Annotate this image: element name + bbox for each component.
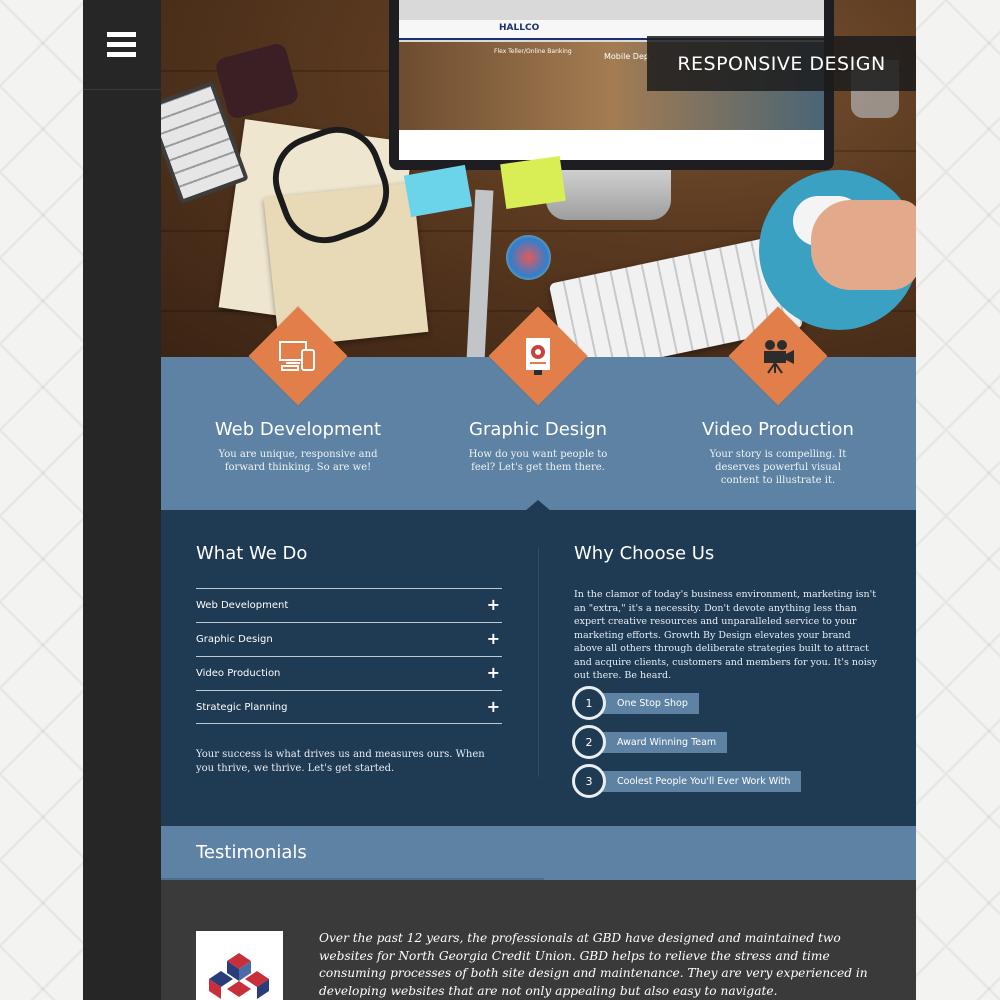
ruler-image (466, 189, 494, 357)
reason-number: 3 (572, 764, 606, 798)
what-we-do-accordion: Web Development + Graphic Design + Video… (196, 588, 502, 724)
main-content: HALLCO Flex Teller/Online Banking Mobile… (161, 0, 916, 1000)
service-title: Graphic Design (469, 419, 607, 440)
service-title: Video Production (702, 419, 854, 440)
accordion-item-graphic-design[interactable]: Graphic Design + (196, 622, 502, 656)
accordion-label: Graphic Design (196, 634, 273, 645)
accordion-item-web-development[interactable]: Web Development + (196, 588, 502, 622)
accordion-label: Strategic Planning (196, 701, 288, 713)
service-desc: How do you want people to feel? Let's ge… (468, 449, 608, 473)
devices-icon (275, 333, 321, 379)
plus-icon[interactable]: + (487, 631, 500, 647)
screen-brand: HALLCO (499, 23, 540, 33)
column-divider (538, 547, 539, 777)
hand-image (811, 200, 916, 290)
accordion-item-strategic-planning[interactable]: Strategic Planning + (196, 690, 502, 724)
testimonials-header: Testimonials (161, 826, 916, 880)
accordion-label: Web Development (196, 600, 289, 611)
reason-item: 3 Coolest People You'll Ever Work With (572, 764, 802, 798)
screen-login-label: Flex Teller/Online Banking (494, 48, 572, 55)
service-desc: You are unique, responsive and forward t… (218, 449, 378, 473)
hero-image: HALLCO Flex Teller/Online Banking Mobile… (161, 0, 916, 357)
reason-label: Coolest People You'll Ever Work With (600, 770, 802, 792)
sidebar (83, 0, 161, 1000)
plus-icon[interactable]: + (487, 597, 500, 613)
screen-mobile-label: Mobile Dep (604, 52, 649, 61)
plus-icon[interactable]: + (487, 699, 500, 715)
why-choose-us-title: Why Choose Us (574, 543, 715, 564)
testimonials-title: Testimonials (196, 842, 307, 863)
accordion-item-video-production[interactable]: Video Production + (196, 656, 502, 690)
reason-number: 2 (572, 725, 606, 759)
services-strip: Web Development You are unique, responsi… (161, 306, 916, 510)
accordion-label: Video Production (196, 668, 281, 679)
reason-item: 2 Award Winning Team (572, 725, 728, 759)
wallet-image (214, 41, 300, 121)
hamburger-menu-button[interactable] (83, 0, 161, 90)
hero-banner: RESPONSIVE DESIGN (647, 36, 916, 91)
sticky-note-blue (403, 164, 473, 218)
service-desc: Your story is compelling. It deserves po… (709, 449, 847, 486)
design-doc-icon (515, 333, 561, 379)
reason-label: One Stop Shop (600, 692, 699, 714)
rubber-band-ball (506, 235, 551, 280)
credit-union-logo (196, 931, 283, 1000)
reason-item: 1 One Stop Shop (572, 686, 699, 720)
what-we-do-footer-text: Your success is what drives us and measu… (196, 749, 485, 774)
testimonials-body: Over the past 12 years, the professional… (161, 880, 916, 1000)
info-section: What We Do Web Development + Graphic Des… (161, 510, 916, 826)
why-choose-us-text: In the clamor of today's business enviro… (574, 589, 877, 681)
testimonial-quote: Over the past 12 years, the professional… (319, 931, 868, 999)
reason-number: 1 (572, 686, 606, 720)
service-title: Web Development (214, 419, 382, 440)
video-camera-icon (755, 333, 801, 379)
plus-icon[interactable]: + (487, 665, 500, 681)
what-we-do-title: What We Do (196, 543, 308, 564)
sticky-note-yellow (500, 156, 566, 209)
reason-label: Award Winning Team (600, 731, 728, 753)
